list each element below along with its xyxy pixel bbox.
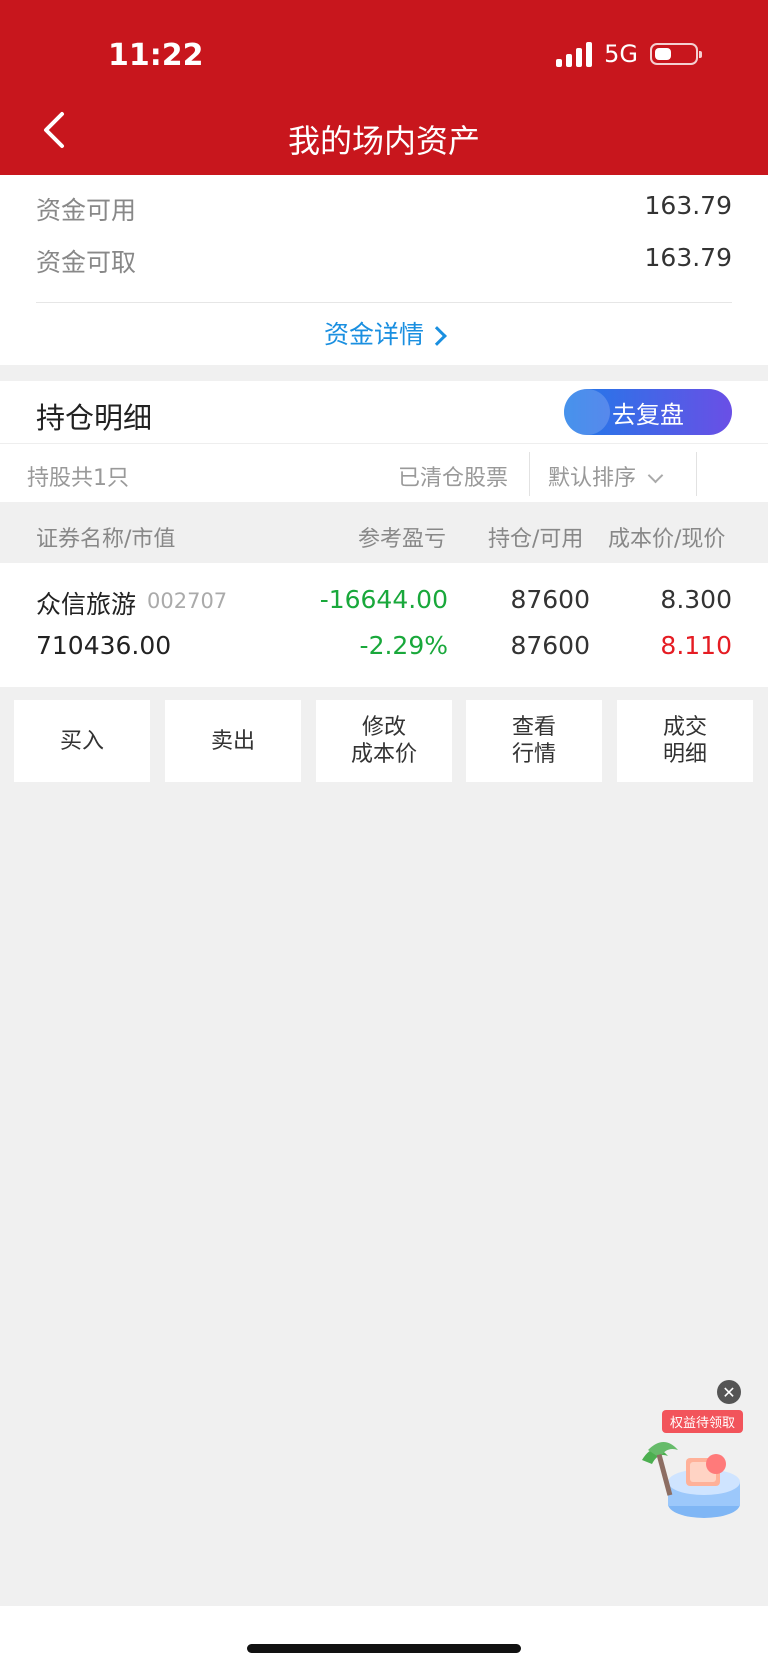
stock-actions: 买入 卖出 修改 成本价 查看 行情 成交 明细 <box>0 700 768 782</box>
holdings-header: 持仓明细 去复盘 <box>0 381 768 443</box>
cost-price: 8.300 <box>660 585 732 614</box>
status-indicators: 5G <box>556 40 702 68</box>
gift-box-icon[interactable] <box>634 1430 746 1522</box>
column-position: 持仓/可用 <box>488 527 584 552</box>
holdings-filter-bar: 持股共1只 已清仓股票 默认排序 <box>0 443 768 502</box>
trade-detail-button[interactable]: 成交 明细 <box>617 700 753 782</box>
home-indicator[interactable] <box>247 1644 521 1653</box>
review-button[interactable]: 去复盘 <box>564 389 732 435</box>
funds-withdrawable-label: 资金可取 <box>36 248 137 277</box>
funds-available-row: 资金可用 163.79 <box>36 191 732 227</box>
signal-icon <box>556 41 593 67</box>
available-qty: 87600 <box>510 631 590 660</box>
funds-available-value: 163.79 <box>644 191 732 220</box>
edit-cost-button[interactable]: 修改 成本价 <box>316 700 452 782</box>
column-name-value: 证券名称/市值 <box>36 527 176 552</box>
stock-code: 002707 <box>147 589 228 613</box>
sort-dropdown[interactable]: 默认排序 <box>548 460 664 492</box>
divider <box>696 452 697 496</box>
sell-button[interactable]: 卖出 <box>165 700 301 782</box>
pnl-percent: -2.29% <box>359 631 448 660</box>
status-time: 11:22 <box>108 38 204 73</box>
network-type: 5G <box>604 40 638 68</box>
column-cost-price: 成本价/现价 <box>608 527 726 552</box>
pnl-amount: -16644.00 <box>319 585 448 614</box>
funds-available-label: 资金可用 <box>36 196 137 225</box>
funds-detail-link[interactable]: 资金详情 <box>0 315 768 351</box>
app-header: 11:22 5G 我的场内资产 <box>0 0 768 175</box>
holdings-title: 持仓明细 <box>36 401 153 435</box>
holdings-count: 持股共1只 <box>27 466 129 491</box>
review-button-label: 去复盘 <box>612 400 684 429</box>
chevron-down-icon <box>647 467 664 484</box>
current-price: 8.110 <box>660 631 732 660</box>
stock-name: 众信旅游 <box>36 590 137 619</box>
position-qty: 87600 <box>510 585 590 614</box>
home-bar <box>0 1606 768 1669</box>
funds-section: 资金可用 163.79 资金可取 163.79 资金详情 <box>0 175 768 365</box>
sort-label: 默认排序 <box>548 466 637 491</box>
divider <box>529 452 530 496</box>
view-quote-button[interactable]: 查看 行情 <box>466 700 602 782</box>
funds-withdrawable-value: 163.79 <box>644 243 732 272</box>
battery-icon <box>650 43 702 65</box>
divider <box>36 302 732 303</box>
funds-detail-label: 资金详情 <box>323 320 424 349</box>
close-icon[interactable]: ✕ <box>717 1380 741 1404</box>
column-pnl: 参考盈亏 <box>358 527 447 552</box>
table-row[interactable]: 众信旅游 002707 710436.00 -16644.00 -2.29% 8… <box>0 563 768 687</box>
cleared-stocks-link[interactable]: 已清仓股票 <box>398 460 508 492</box>
page-title: 我的场内资产 <box>287 122 480 160</box>
buy-button[interactable]: 买入 <box>14 700 150 782</box>
market-value: 710436.00 <box>36 631 172 660</box>
holdings-column-header: 证券名称/市值 参考盈亏 持仓/可用 成本价/现价 <box>0 502 768 563</box>
chevron-right-icon <box>427 326 447 346</box>
funds-withdrawable-row: 资金可取 163.79 <box>36 243 732 279</box>
